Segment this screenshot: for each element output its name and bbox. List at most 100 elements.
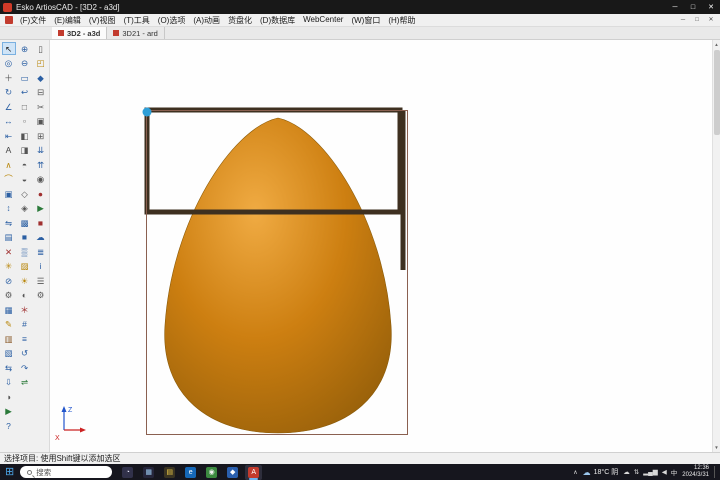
taskbar-app-edge[interactable]: e xyxy=(182,465,199,480)
light-source-tool[interactable]: ☀ xyxy=(18,274,32,288)
menu-edit[interactable]: (E)编辑 xyxy=(50,15,85,26)
taskbar-app-blue-app[interactable]: ◆ xyxy=(224,465,241,480)
rotate-view-tool[interactable]: ↻ xyxy=(2,85,16,99)
snap-tool[interactable]: ＊ xyxy=(18,303,32,317)
menu-view[interactable]: (V)视图 xyxy=(85,15,120,26)
zoom-extents-tool[interactable]: ▭ xyxy=(18,71,32,85)
child-close-button[interactable]: ✕ xyxy=(704,15,718,26)
bend-tool[interactable]: ⌒ xyxy=(2,172,16,186)
copy-clipboard-tool[interactable]: ▣ xyxy=(34,114,48,128)
refresh-tool[interactable]: ⇌ xyxy=(18,375,32,389)
properties-tool[interactable]: ☰ xyxy=(34,274,48,288)
redo-tool[interactable]: ↷ xyxy=(18,361,32,375)
stop-animation-tool[interactable]: ■ xyxy=(34,216,48,230)
zoom-previous-tool[interactable]: ↩ xyxy=(18,85,32,99)
volume-icon[interactable]: ◀ xyxy=(662,468,667,476)
duplicate-tool[interactable]: ▤ xyxy=(2,230,16,244)
explode-view-tool[interactable]: ✳ xyxy=(2,259,16,273)
taskbar-app-file-explorer[interactable]: ▤ xyxy=(161,465,178,480)
left-view-tool[interactable]: ◧ xyxy=(18,129,32,143)
pan-tool[interactable]: ＋ xyxy=(2,71,16,85)
sync-icon[interactable]: ⇅ xyxy=(634,468,639,476)
animation-tool[interactable]: ▶ xyxy=(2,404,16,418)
menu-animation[interactable]: (A)动画 xyxy=(189,15,224,26)
menu-database[interactable]: (D)数据库 xyxy=(256,15,299,26)
zoom-out-tool[interactable]: ⊖ xyxy=(18,56,32,70)
drawing-canvas[interactable]: Z X xyxy=(50,40,712,452)
solid-mode-tool[interactable]: ■ xyxy=(18,230,32,244)
taskbar-app-task-view[interactable]: ▦ xyxy=(140,465,157,480)
scroll-up-button[interactable]: ▲ xyxy=(713,40,720,49)
menu-tools[interactable]: (T)工具 xyxy=(120,15,154,26)
text-tool[interactable]: A xyxy=(2,143,16,157)
restore-button[interactable]: □ xyxy=(684,0,702,14)
back-view-tool[interactable]: ▫ xyxy=(18,114,32,128)
paste-tool[interactable]: ⊞ xyxy=(34,129,48,143)
taskbar-clock[interactable]: 12:36 2024/3/31 xyxy=(682,465,709,479)
background-tool[interactable]: ▨ xyxy=(18,259,32,273)
zoom-in-tool[interactable]: ⊕ xyxy=(18,42,32,56)
grid-tool[interactable]: # xyxy=(18,317,32,331)
layers-tool[interactable]: ≡ xyxy=(18,332,32,346)
menu-file[interactable]: (F)文件 xyxy=(16,15,50,26)
add-hardware-tool[interactable]: ⚙ xyxy=(2,288,16,302)
menu-help[interactable]: (H)帮助 xyxy=(384,15,419,26)
label-tool[interactable]: ✎ xyxy=(2,317,16,331)
chevron-up-icon[interactable]: ∧ xyxy=(573,469,577,476)
onedrive-icon[interactable]: ☁ xyxy=(623,468,630,476)
settings-tool[interactable]: ⚙ xyxy=(34,288,48,302)
mirror-tool[interactable]: ⇋ xyxy=(2,216,16,230)
dimension-tool[interactable]: ⇤ xyxy=(2,129,16,143)
child-restore-button[interactable]: □ xyxy=(690,15,704,26)
menu-options[interactable]: (O)选项 xyxy=(154,15,190,26)
render-tool[interactable]: ◑ xyxy=(2,390,16,404)
convert-2d-tool[interactable]: ⇆ xyxy=(2,361,16,375)
distance-tool[interactable]: ↔ xyxy=(2,114,16,128)
menu-webcenter[interactable]: WebCenter xyxy=(299,15,347,26)
weather-widget[interactable]: ☁ 18°C 阴 xyxy=(583,467,619,477)
input-method-indicator[interactable]: 中 xyxy=(671,467,678,477)
palletize-tool[interactable]: ▥ xyxy=(2,332,16,346)
print-tool[interactable]: ⊟ xyxy=(34,85,48,99)
help-tool[interactable]: ? xyxy=(2,419,16,433)
selection-handle[interactable] xyxy=(143,108,152,117)
taskbar-app-chrome[interactable]: ◉ xyxy=(203,465,220,480)
shadow-tool[interactable]: ◐ xyxy=(18,288,32,302)
fold-angle-tool[interactable]: ∧ xyxy=(2,158,16,172)
tab-3d21-ard[interactable]: 3D21 - ard xyxy=(107,27,164,39)
copy-tool[interactable]: ▣ xyxy=(2,187,16,201)
menu-window[interactable]: (W)窗口 xyxy=(347,15,384,26)
scrollbar-thumb[interactable] xyxy=(714,50,720,135)
top-view-tool[interactable]: ◓ xyxy=(18,158,32,172)
close-button[interactable]: ✕ xyxy=(702,0,720,14)
save-file-tool[interactable]: ◆ xyxy=(34,71,48,85)
info-tool[interactable]: i xyxy=(34,259,48,273)
child-minimize-button[interactable]: ─ xyxy=(676,15,690,26)
play-animation-tool[interactable]: ▶ xyxy=(34,201,48,215)
move-tool[interactable]: ↕ xyxy=(2,201,16,215)
right-view-tool[interactable]: ◨ xyxy=(18,143,32,157)
bottom-view-tool[interactable]: ◒ xyxy=(18,172,32,186)
start-button[interactable]: ⊞ xyxy=(3,464,16,480)
animation-record-tool[interactable]: ● xyxy=(34,187,48,201)
database-tool[interactable]: ≣ xyxy=(34,245,48,259)
taskbar-search[interactable]: 搜索 xyxy=(20,466,112,478)
new-file-tool[interactable]: ▯ xyxy=(34,42,48,56)
menu-palletization[interactable]: 货盘化 xyxy=(224,15,256,26)
webcenter-tool[interactable]: ☁ xyxy=(34,230,48,244)
report-tool[interactable]: ▧ xyxy=(2,346,16,360)
camera-tool[interactable]: ◉ xyxy=(34,172,48,186)
zoom-window-tool[interactable]: ◎ xyxy=(2,56,16,70)
tab-3d2-a3d[interactable]: 3D2 - a3d xyxy=(52,27,107,39)
wireframe-mode-tool[interactable]: ▩ xyxy=(18,216,32,230)
export-tool[interactable]: ⇩ xyxy=(2,375,16,389)
scroll-down-button[interactable]: ▼ xyxy=(713,443,720,452)
taskbar-app-artioscad[interactable]: A xyxy=(245,465,262,480)
select-tool[interactable]: ↖ xyxy=(2,42,16,56)
perspective-view-tool[interactable]: ◈ xyxy=(18,201,32,215)
delete-tool[interactable]: ✕ xyxy=(2,245,16,259)
network-icon[interactable]: ▂▄▆ xyxy=(643,468,658,476)
egg-model[interactable] xyxy=(165,118,392,433)
graphics-tool[interactable]: ▦ xyxy=(2,303,16,317)
vertical-scrollbar[interactable]: ▲ ▼ xyxy=(712,40,720,452)
